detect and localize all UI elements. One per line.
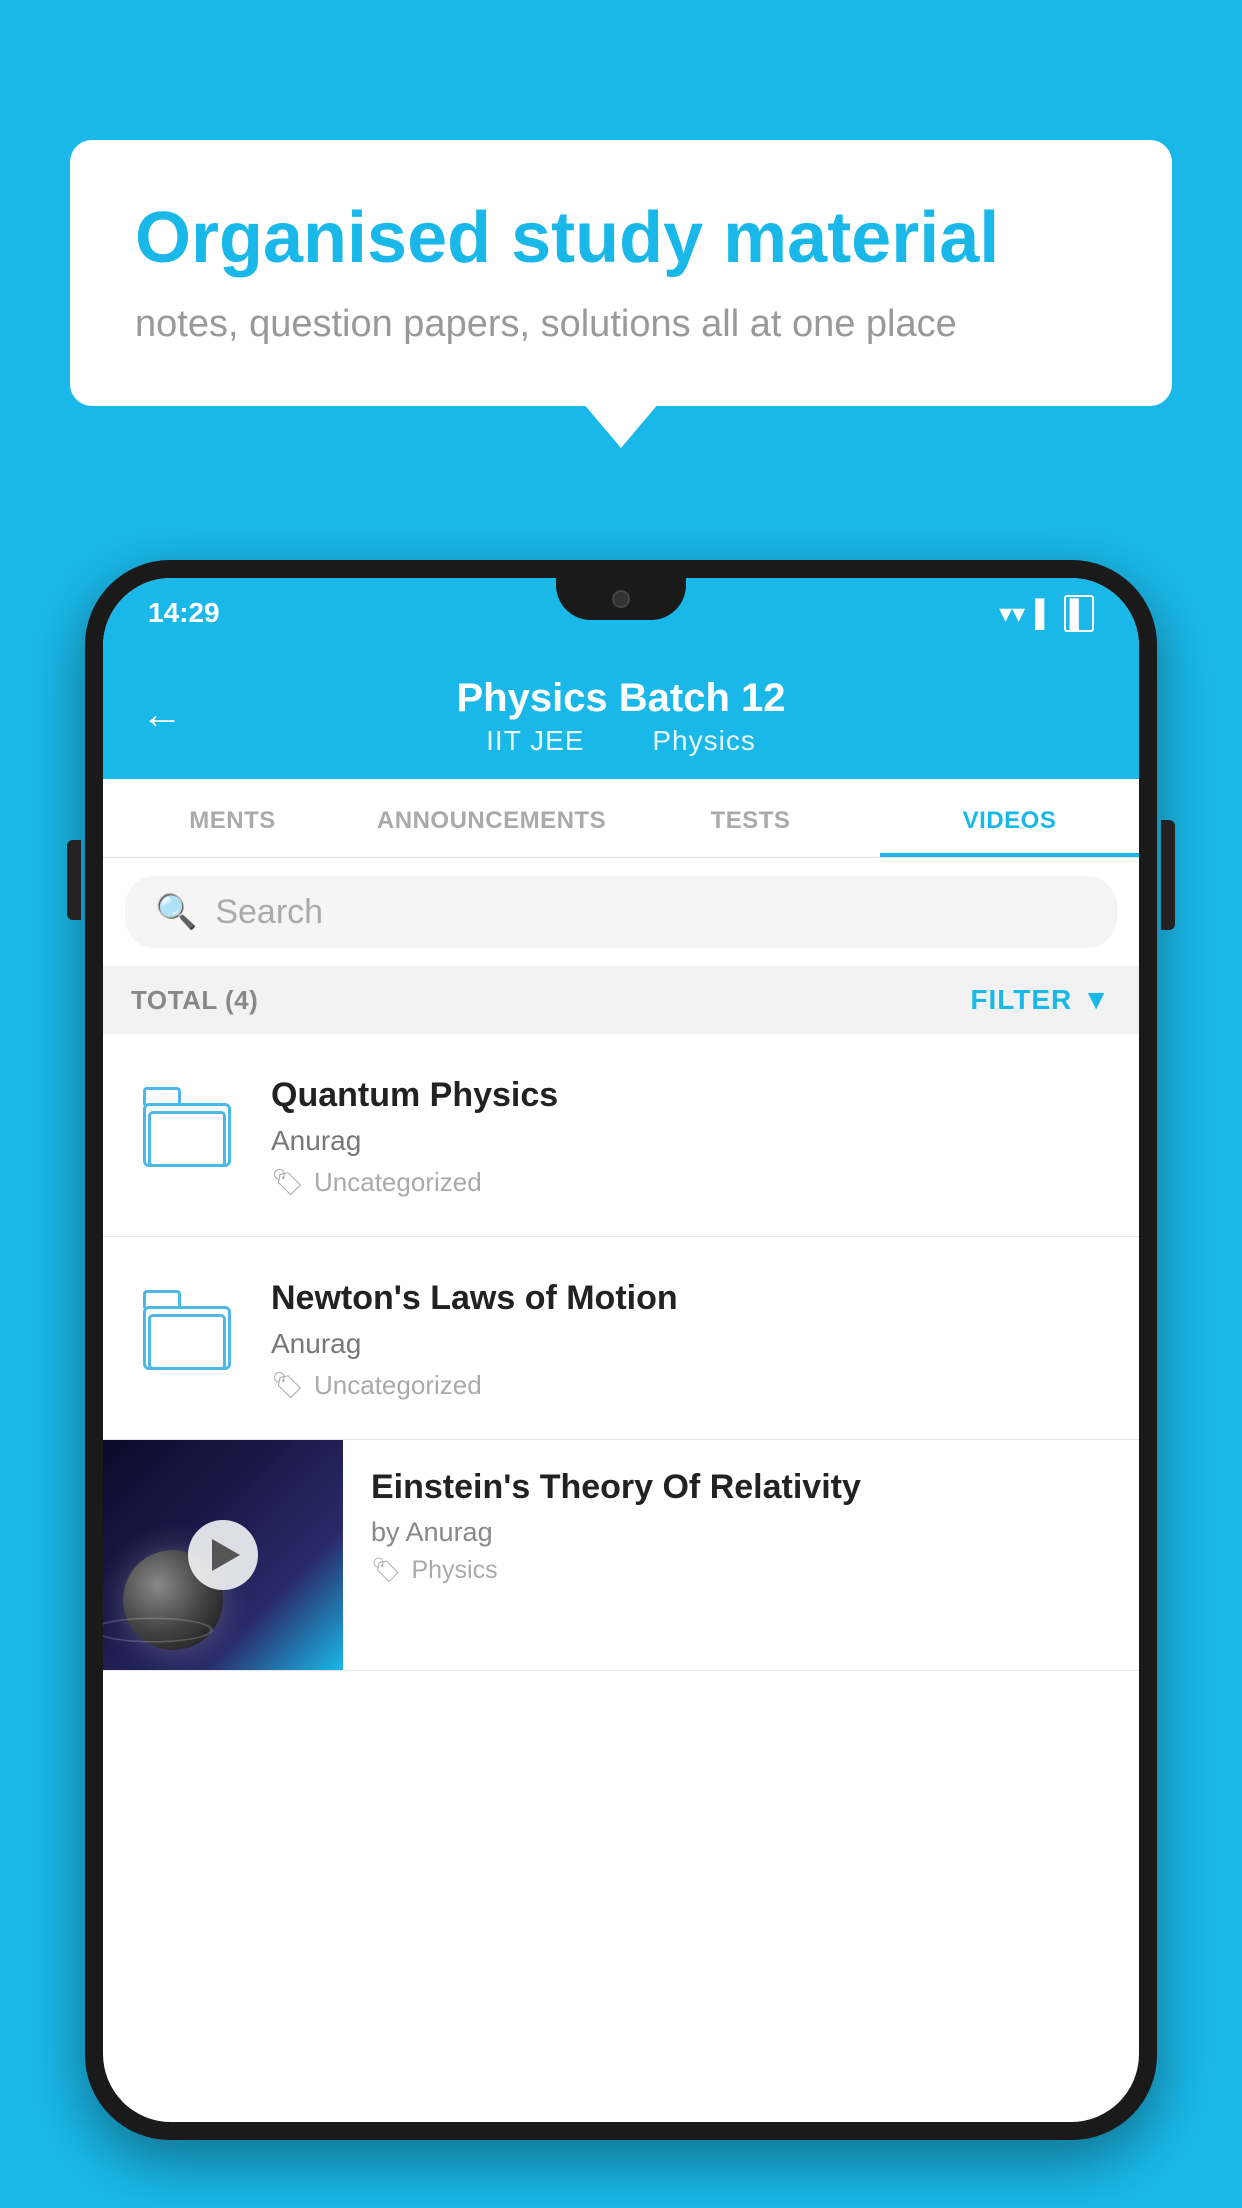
status-time: 14:29 [148, 597, 220, 629]
status-bar: 14:29 ▾▾ ▌ ▌ [103, 578, 1139, 648]
bubble-subtitle: notes, question papers, solutions all at… [135, 303, 1107, 346]
list-item[interactable]: Quantum Physics Anurag 🏷 Uncategorized [103, 1034, 1139, 1237]
folder-icon-newton [133, 1275, 243, 1385]
tag-label: Physics [411, 1556, 497, 1585]
app-header: ← Physics Batch 12 IIT JEE Physics [103, 648, 1139, 779]
wifi-icon: ▾▾ [999, 598, 1025, 629]
video-tag: 🏷 Physics [371, 1556, 1115, 1585]
tab-ments[interactable]: MENTS [103, 779, 362, 857]
header-tag1: IIT JEE [486, 725, 584, 756]
header-title: Physics Batch 12 [456, 676, 785, 721]
tag-icon: 🏷 [271, 1370, 304, 1401]
tab-videos[interactable]: VIDEOS [880, 779, 1139, 857]
folder-icon-quantum [133, 1072, 243, 1182]
speech-bubble-container: Organised study material notes, question… [70, 140, 1172, 406]
filter-funnel-icon: ▼ [1082, 984, 1111, 1016]
filter-button[interactable]: FILTER ▼ [970, 984, 1111, 1016]
tab-tests[interactable]: TESTS [621, 779, 880, 857]
speech-bubble: Organised study material notes, question… [70, 140, 1172, 406]
bubble-title: Organised study material [135, 195, 1107, 281]
tab-bar: MENTS ANNOUNCEMENTS TESTS VIDEOS [103, 779, 1139, 858]
video-author: Anurag [271, 1328, 1109, 1360]
header-subtitle: IIT JEE Physics [474, 725, 768, 757]
video-author: by Anurag [371, 1517, 1115, 1548]
video-title: Einstein's Theory Of Relativity [371, 1468, 1115, 1507]
total-count: TOTAL (4) [131, 985, 258, 1016]
phone-outer: 14:29 ▾▾ ▌ ▌ ← Physics Batch 12 IIT JEE … [85, 560, 1157, 2140]
video-info-einstein: Einstein's Theory Of Relativity by Anura… [343, 1440, 1139, 1609]
tag-label: Uncategorized [314, 1370, 482, 1401]
video-tag: 🏷 Uncategorized [271, 1370, 1109, 1401]
search-placeholder: Search [215, 893, 323, 932]
video-author: Anurag [271, 1125, 1109, 1157]
video-thumbnail-einstein [103, 1440, 343, 1670]
video-info-quantum: Quantum Physics Anurag 🏷 Uncategorized [271, 1072, 1109, 1198]
list-item[interactable]: Newton's Laws of Motion Anurag 🏷 Uncateg… [103, 1237, 1139, 1440]
battery-icon: ▌ [1064, 595, 1094, 632]
notch [556, 578, 686, 620]
signal-icon: ▌ [1035, 598, 1053, 629]
tab-announcements[interactable]: ANNOUNCEMENTS [362, 779, 621, 857]
phone-mockup: 14:29 ▾▾ ▌ ▌ ← Physics Batch 12 IIT JEE … [85, 560, 1157, 2208]
search-bar-container: 🔍 Search [103, 858, 1139, 966]
status-icons: ▾▾ ▌ ▌ [999, 595, 1094, 632]
back-button[interactable]: ← [141, 690, 183, 738]
video-title: Quantum Physics [271, 1076, 1109, 1115]
video-tag: 🏷 Uncategorized [271, 1167, 1109, 1198]
play-button[interactable] [188, 1520, 258, 1590]
search-bar[interactable]: 🔍 Search [125, 876, 1117, 948]
tag-icon: 🏷 [271, 1167, 304, 1198]
video-info-newton: Newton's Laws of Motion Anurag 🏷 Uncateg… [271, 1275, 1109, 1401]
video-title: Newton's Laws of Motion [271, 1279, 1109, 1318]
header-tag2: Physics [652, 725, 755, 756]
search-icon: 🔍 [155, 892, 197, 932]
tag-label: Uncategorized [314, 1167, 482, 1198]
tag-icon: 🏷 [371, 1556, 401, 1585]
play-triangle-icon [212, 1539, 240, 1571]
video-list: Quantum Physics Anurag 🏷 Uncategorized [103, 1034, 1139, 1671]
list-item[interactable]: Einstein's Theory Of Relativity by Anura… [103, 1440, 1139, 1671]
camera-dot [612, 590, 630, 608]
phone-screen: 14:29 ▾▾ ▌ ▌ ← Physics Batch 12 IIT JEE … [103, 578, 1139, 2122]
filter-bar: TOTAL (4) FILTER ▼ [103, 966, 1139, 1034]
